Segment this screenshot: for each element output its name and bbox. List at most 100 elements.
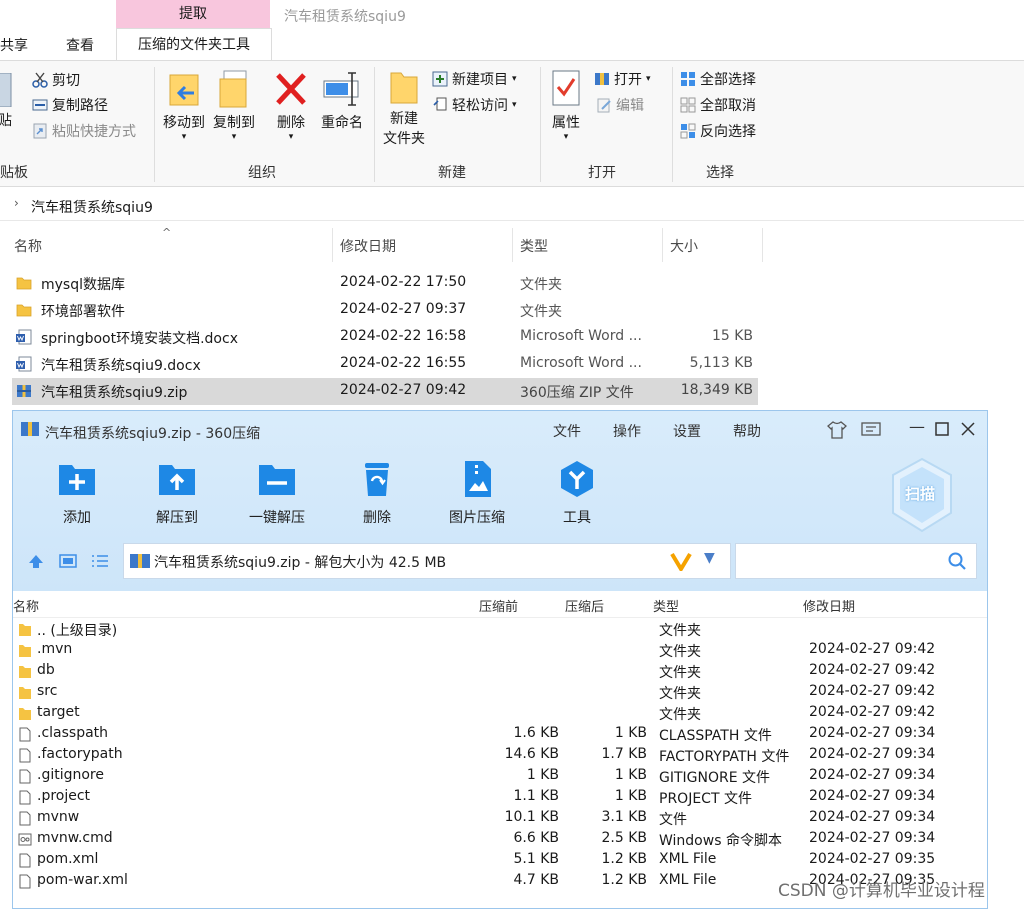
zip-row[interactable]: .project 1.1 KB 1 KB PROJECT 文件 2024-02-… xyxy=(13,787,987,808)
column-divider[interactable] xyxy=(512,228,513,262)
zip-column-type[interactable]: 类型 xyxy=(653,596,679,615)
invert-selection-button[interactable]: 反向选择 xyxy=(680,120,756,142)
file-name: mysql数据库 xyxy=(41,277,125,293)
column-divider[interactable] xyxy=(332,228,333,262)
scan-label: 扫描 xyxy=(905,485,936,503)
zip-row[interactable]: .mvn 文件夹 2024-02-27 09:42 xyxy=(13,640,987,661)
menu-file[interactable]: 文件 xyxy=(553,421,581,441)
move-to-icon xyxy=(169,74,199,106)
file-icon xyxy=(19,874,31,889)
maximize-icon[interactable] xyxy=(935,422,949,436)
zip-row-name: pom.xml xyxy=(37,851,99,867)
edit-icon xyxy=(597,98,611,113)
open-zip-icon xyxy=(595,73,609,85)
delete-button[interactable]: 删除 ▾ xyxy=(270,69,312,142)
menu-settings[interactable]: 设置 xyxy=(673,421,701,441)
zip-delete-button[interactable]: 删除 xyxy=(337,459,417,527)
extract-to-label: 解压到 xyxy=(156,510,198,526)
properties-chevron-down-icon: ▾ xyxy=(563,132,569,142)
column-divider[interactable] xyxy=(762,228,763,262)
tab-view[interactable]: 查看 xyxy=(66,35,94,55)
select-all-icon xyxy=(681,72,695,86)
zip-row-after: 1.2 KB xyxy=(601,872,648,888)
zip-search-input[interactable] xyxy=(735,543,977,579)
column-header-size[interactable]: 大小 xyxy=(670,236,698,256)
zip-row[interactable]: .gitignore 1 KB 1 KB GITIGNORE 文件 2024-0… xyxy=(13,766,987,787)
file-modified: 2024-02-22 16:58 xyxy=(340,328,467,344)
file-modified: 2024-02-22 17:50 xyxy=(340,274,467,290)
image-compress-button[interactable]: 图片压缩 xyxy=(437,459,517,527)
zip-column-before[interactable]: 压缩前 xyxy=(479,596,518,615)
cut-button[interactable]: 剪切 xyxy=(32,69,80,91)
file-row[interactable]: 汽车租赁系统sqiu9.docx 2024-02-22 16:55 Micros… xyxy=(12,351,758,378)
file-type: 文件夹 xyxy=(520,277,562,293)
file-row[interactable]: mysql数据库 2024-02-22 17:50 文件夹 xyxy=(12,270,758,297)
list-view-icon[interactable] xyxy=(91,553,109,569)
open-button[interactable]: 打开 ▾ xyxy=(594,68,651,90)
easy-access-button[interactable]: 轻松访问 ▾ xyxy=(432,94,517,116)
rename-button[interactable]: 重命名 xyxy=(318,69,366,133)
zip-row[interactable]: db 文件夹 2024-02-27 09:42 xyxy=(13,661,987,682)
zip-row-before: 6.6 KB xyxy=(513,830,560,846)
zip-column-name[interactable]: 名称 xyxy=(13,596,39,615)
zip-row[interactable]: src 文件夹 2024-02-27 09:42 xyxy=(13,682,987,703)
zip-row-type: Windows 命令脚本 xyxy=(659,833,782,849)
zip-row[interactable]: target 文件夹 2024-02-27 09:42 xyxy=(13,703,987,724)
zip-row-name: .mvn xyxy=(37,641,73,657)
zip-path-bar[interactable]: 汽车租赁系统sqiu9.zip - 解包大小为 42.5 MB ▼ xyxy=(123,543,731,579)
breadcrumb[interactable]: › 汽车租赁系统sqiu9 xyxy=(0,192,1024,221)
zip-row-before: 1.6 KB xyxy=(513,725,560,741)
column-header-modified[interactable]: 修改日期 xyxy=(340,236,396,256)
file-type: 360压缩 ZIP 文件 xyxy=(520,385,634,401)
zip-row-modified: 2024-02-27 09:42 xyxy=(809,662,936,678)
one-click-extract-button[interactable]: 一键解压 xyxy=(237,459,317,527)
edit-button[interactable]: 编辑 xyxy=(596,94,644,116)
menu-help[interactable]: 帮助 xyxy=(733,421,761,441)
add-button[interactable]: 添加 xyxy=(37,459,117,527)
folder-icon xyxy=(19,624,31,636)
file-row[interactable]: springboot环境安装文档.docx 2024-02-22 16:58 M… xyxy=(12,324,758,351)
tools-button[interactable]: 工具 xyxy=(537,459,617,527)
properties-button[interactable]: 属性 ▾ xyxy=(546,69,586,142)
paste-shortcut-button[interactable]: 粘贴快捷方式 xyxy=(32,120,136,142)
close-icon[interactable] xyxy=(961,422,975,436)
search-icon[interactable] xyxy=(948,552,966,570)
zip-row-before: 1.1 KB xyxy=(513,788,560,804)
zip-row[interactable]: .classpath 1.6 KB 1 KB CLASSPATH 文件 2024… xyxy=(13,724,987,745)
new-item-button[interactable]: 新建项目 ▾ xyxy=(432,68,517,90)
column-divider[interactable] xyxy=(662,228,663,262)
column-header-type[interactable]: 类型 xyxy=(520,236,548,256)
copy-path-button[interactable]: 复制路径 xyxy=(32,94,108,116)
select-all-button[interactable]: 全部选择 xyxy=(680,68,756,90)
skin-shirt-icon[interactable] xyxy=(827,421,847,439)
zip-row[interactable]: .. (上级目录) 文件夹 xyxy=(13,619,987,640)
zip-row[interactable]: pom.xml 5.1 KB 1.2 KB XML File 2024-02-2… xyxy=(13,850,987,871)
zip-column-modified[interactable]: 修改日期 xyxy=(803,596,855,615)
copy-to-button[interactable]: 复制到 ▾ xyxy=(210,69,258,142)
file-row-selected[interactable]: 汽车租赁系统sqiu9.zip 2024-02-27 09:42 360压缩 Z… xyxy=(12,378,758,405)
up-arrow-icon[interactable] xyxy=(27,553,45,569)
extract-to-button[interactable]: 解压到 xyxy=(137,459,217,527)
zip-row[interactable]: mvnw 10.1 KB 3.1 KB 文件 2024-02-27 09:34 xyxy=(13,808,987,829)
tab-share[interactable]: 共享 xyxy=(0,35,28,55)
v-logo-icon[interactable] xyxy=(670,551,692,571)
zip-row[interactable]: mvnw.cmd 6.6 KB 2.5 KB Windows 命令脚本 2024… xyxy=(13,829,987,850)
breadcrumb-folder[interactable]: 汽车租赁系统sqiu9 xyxy=(31,197,153,217)
column-header-name[interactable]: 名称 xyxy=(14,236,42,256)
zip-row[interactable]: .factorypath 14.6 KB 1.7 KB FACTORYPATH … xyxy=(13,745,987,766)
tab-compressed-folder-tools[interactable]: 压缩的文件夹工具 xyxy=(116,28,272,61)
menu-operations[interactable]: 操作 xyxy=(613,421,641,441)
select-group-label: 选择 xyxy=(706,165,734,181)
scan-button[interactable]: 扫描 xyxy=(889,457,955,533)
zip-column-after[interactable]: 压缩后 xyxy=(565,596,604,615)
feedback-icon[interactable] xyxy=(861,422,881,438)
thumbnail-view-icon[interactable] xyxy=(59,553,77,569)
paste-button[interactable]: 贴 xyxy=(0,73,16,131)
move-to-button[interactable]: 移动到 ▾ xyxy=(160,69,208,142)
select-none-button[interactable]: 全部取消 xyxy=(680,94,756,116)
new-folder-button[interactable]: 新建 文件夹 xyxy=(380,69,428,149)
minimize-icon[interactable]: — xyxy=(909,417,925,436)
file-row[interactable]: 环境部署软件 2024-02-27 09:37 文件夹 xyxy=(12,297,758,324)
zip-row-type: 文件 xyxy=(659,812,687,828)
path-dropdown-icon[interactable]: ▼ xyxy=(704,550,715,566)
